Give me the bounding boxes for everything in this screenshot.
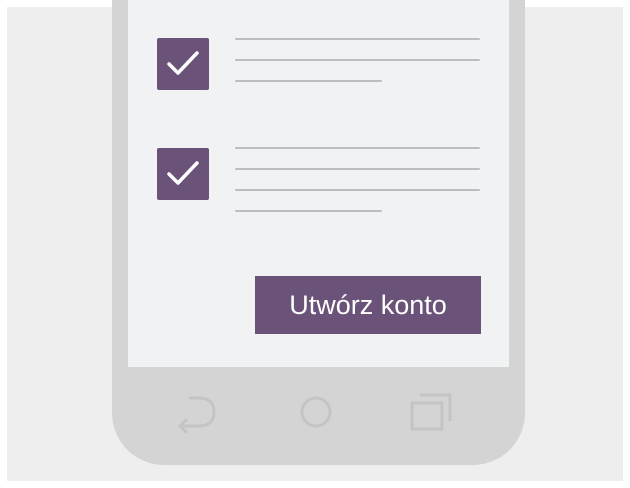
text-placeholder-line — [235, 147, 480, 149]
checkmark-icon — [167, 161, 199, 185]
text-placeholder-line — [235, 189, 480, 191]
checkmark-icon — [167, 51, 199, 75]
text-placeholder-line — [235, 80, 382, 82]
illustration-canvas: Utwórz konto — [0, 0, 630, 488]
text-placeholder-line — [235, 38, 480, 40]
back-icon[interactable] — [168, 392, 224, 436]
text-placeholder-line — [235, 210, 382, 212]
consent-checkbox-1[interactable] — [157, 38, 209, 90]
text-placeholder-line — [235, 59, 480, 61]
recents-icon[interactable] — [406, 387, 456, 437]
create-account-button[interactable]: Utwórz konto — [255, 276, 481, 334]
consent-checkbox-2[interactable] — [157, 148, 209, 200]
text-placeholder-line — [235, 168, 480, 170]
home-icon[interactable] — [295, 393, 337, 435]
